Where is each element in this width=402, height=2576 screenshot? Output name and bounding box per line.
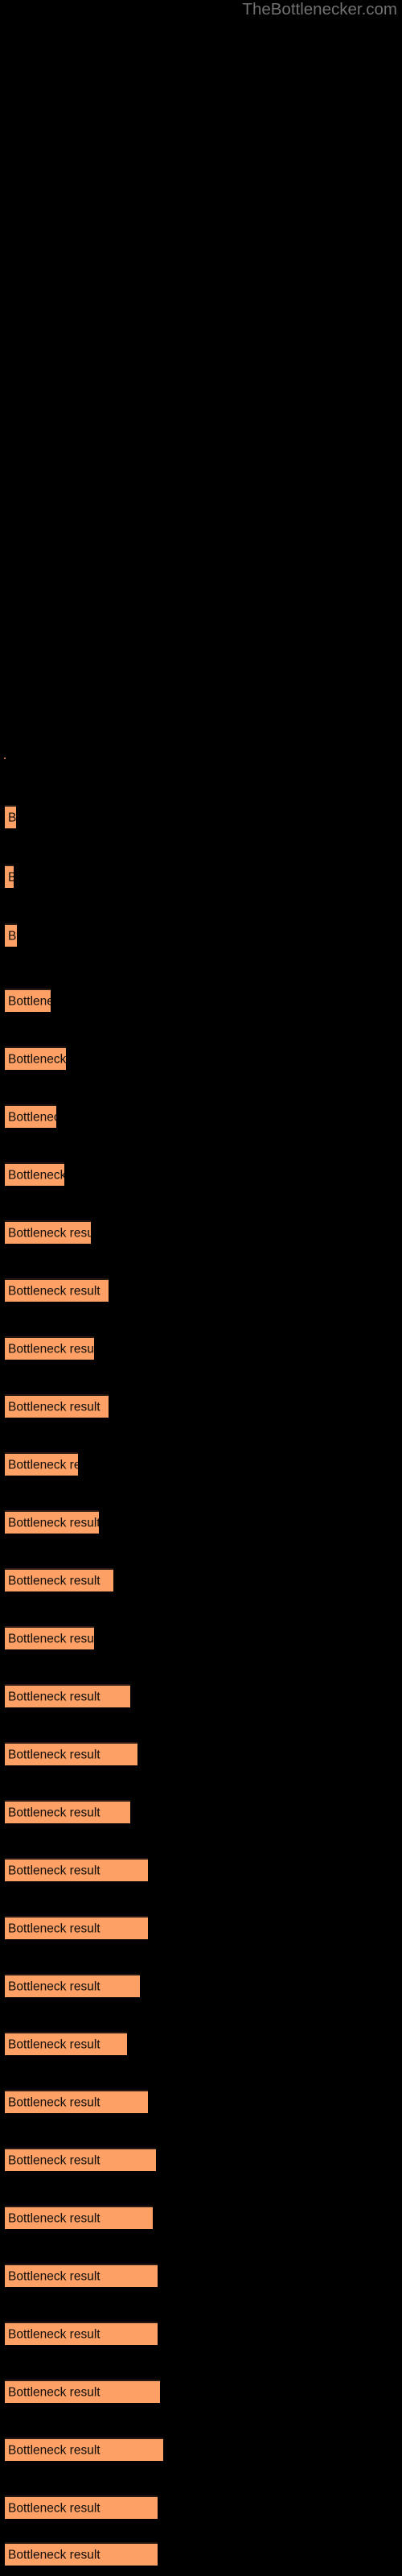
bar-row: Bottleneck result: [0, 805, 402, 830]
chart-bar[interactable]: Bottleneck result: [5, 2090, 148, 2113]
bar-row: Bottleneck result: [0, 1568, 402, 1593]
bar-row: Bottleneck result: [0, 2496, 402, 2520]
bar-row: Bottleneck result: [0, 989, 402, 1013]
bar-row: Bottleneck result: [0, 1104, 402, 1129]
chart-bar[interactable]: Bottleneck result: [5, 1916, 148, 1939]
chart-bar-label: Bottleneck result: [8, 2153, 100, 2167]
bar-row: Bottleneck result: [0, 923, 402, 948]
chart-bar-label: Bottleneck result: [8, 1400, 100, 1414]
chart-bar-label: Bottleneck result: [8, 2443, 100, 2457]
chart-bar[interactable]: Bottleneck result: [5, 805, 16, 828]
chart-bar-label: Bottleneck result: [8, 2037, 100, 2051]
bar-row: Bottleneck result: [0, 1974, 402, 1999]
chart-bar[interactable]: Bottleneck result: [5, 1278, 109, 1302]
bar-row: Bottleneck result: [0, 1452, 402, 1477]
chart-bar-label: Bottleneck result: [8, 2211, 100, 2225]
bar-row: Bottleneck result: [0, 1916, 402, 1941]
bar-row: Bottleneck result: [0, 2090, 402, 2115]
chart-bar[interactable]: Bottleneck result: [5, 1626, 94, 1649]
chart-bar-label: Bottleneck result: [8, 811, 16, 824]
chart-bar-label: Bottleneck result: [8, 1458, 78, 1472]
chart-bar[interactable]: Bottleneck result: [5, 1510, 99, 1534]
bar-row: Bottleneck result: [0, 2206, 402, 2231]
chart-bar-label: Bottleneck result: [8, 1748, 100, 1761]
chart-bar-label: Bottleneck result: [8, 1052, 66, 1066]
chart-bar[interactable]: Bottleneck result: [5, 2206, 153, 2229]
chart-bar[interactable]: Bottleneck result: [5, 865, 14, 888]
chart-bar-label: Bottleneck result: [8, 1342, 94, 1356]
chart-bar[interactable]: Bottleneck result: [5, 2148, 156, 2171]
chart-bar[interactable]: Bottleneck result: [5, 2380, 160, 2403]
page-root: TheBottlenecker.com Bottleneck resultBot…: [0, 0, 402, 2576]
bar-row: Bottleneck result: [0, 1800, 402, 1825]
chart-bar-label: Bottleneck result: [8, 1632, 94, 1645]
chart-bar[interactable]: Bottleneck result: [5, 2032, 127, 2055]
chart-bar-label: Bottleneck result: [8, 1284, 100, 1298]
chart-bar[interactable]: Bottleneck result: [5, 1568, 113, 1591]
chart-bar-label: Bottleneck result: [8, 2548, 100, 2562]
chart-bar[interactable]: Bottleneck result: [5, 1742, 137, 1765]
chart-bar-label: Bottleneck result: [8, 2385, 100, 2399]
bar-row: Bottleneck result: [0, 2322, 402, 2347]
chart-bar[interactable]: Bottleneck result: [5, 1162, 64, 1186]
bar-row: Bottleneck result: [0, 1220, 402, 1245]
chart-bar-label: Bottleneck result: [8, 1922, 100, 1935]
chart-bar[interactable]: Bottleneck result: [5, 1858, 148, 1881]
chart-bar[interactable]: Bottleneck result: [5, 2264, 158, 2287]
bar-row: Bottleneck result: [0, 1510, 402, 1535]
chart-bar-label: Bottleneck result: [8, 2269, 100, 2283]
chart-bar[interactable]: Bottleneck result: [5, 1046, 66, 1070]
chart-bar[interactable]: Bottleneck result: [5, 1336, 94, 1360]
bar-row: Bottleneck result: [0, 2148, 402, 2173]
bottleneck-bar-chart: Bottleneck result Bottleneck result Bottle…: [0, 0, 402, 2576]
chart-bar-label: Bottleneck result: [8, 2095, 100, 2109]
chart-bar-label: Bottleneck result: [8, 1806, 100, 1819]
bar-row: Bottleneck result: [0, 865, 402, 890]
chart-bar[interactable]: Bottleneck result: [5, 2542, 158, 2566]
chart-bar[interactable]: Bottleneck result: [5, 1104, 56, 1128]
chart-bar-label: Bottleneck result: [8, 929, 17, 943]
chart-bar-label: Bottleneck result: [8, 1574, 100, 1587]
chart-bar-label: Bottleneck result: [8, 1979, 100, 1993]
bar-row: Bottleneck result: [0, 1162, 402, 1187]
bar-row: Bottleneck result: [0, 1278, 402, 1303]
chart-bar[interactable]: Bottleneck result: [5, 989, 51, 1012]
bar-row: Bottleneck result: [0, 1336, 402, 1361]
bar-row: Bottleneck result: [0, 1394, 402, 1419]
chart-bar-label: Bottleneck result: [8, 1516, 99, 1530]
stray-pixel-artifact: [4, 758, 6, 759]
bar-row: Bottleneck result: [0, 1684, 402, 1709]
chart-bar[interactable]: Bottleneck result: [5, 2438, 163, 2461]
chart-bar[interactable]: Bottleneck result: [5, 1974, 140, 1997]
chart-bar[interactable]: Bottleneck result: [5, 1394, 109, 1418]
chart-bar-label: Bottleneck result: [8, 1226, 91, 1240]
chart-bar-label: Bottleneck result: [8, 2501, 100, 2515]
bar-row: Bottleneck result: [0, 1742, 402, 1767]
bar-row: Bottleneck result: [0, 2032, 402, 2057]
chart-bar[interactable]: Bottleneck result: [5, 2496, 158, 2519]
bar-row: Bottleneck result: [0, 1626, 402, 1651]
chart-bar[interactable]: Bottleneck result: [5, 1800, 130, 1823]
bar-row: Bottleneck result: [0, 2380, 402, 2405]
chart-bar-label: Bottleneck result: [8, 1864, 100, 1877]
chart-bar[interactable]: Bottleneck result: [5, 2322, 158, 2345]
chart-bar-label: Bottleneck result: [8, 870, 14, 884]
bar-row: Bottleneck result: [0, 1858, 402, 1883]
chart-bar-label: Bottleneck result: [8, 1110, 56, 1124]
chart-bar[interactable]: Bottleneck result: [5, 1220, 91, 1244]
bar-row: Bottleneck result: [0, 2438, 402, 2462]
chart-bar[interactable]: Bottleneck result: [5, 923, 17, 947]
chart-bar[interactable]: Bottleneck result: [5, 1684, 130, 1707]
chart-bar-label: Bottleneck result: [8, 994, 51, 1008]
chart-bar-label: Bottleneck result: [8, 2327, 100, 2341]
chart-bar-label: Bottleneck result: [8, 1168, 64, 1182]
chart-bar[interactable]: Bottleneck result: [5, 1452, 78, 1476]
bar-row: Bottleneck result: [0, 2264, 402, 2289]
bar-row: Bottleneck result: [0, 1046, 402, 1071]
chart-bar-label: Bottleneck result: [8, 1690, 100, 1703]
bar-row: Bottleneck result: [0, 2542, 402, 2567]
